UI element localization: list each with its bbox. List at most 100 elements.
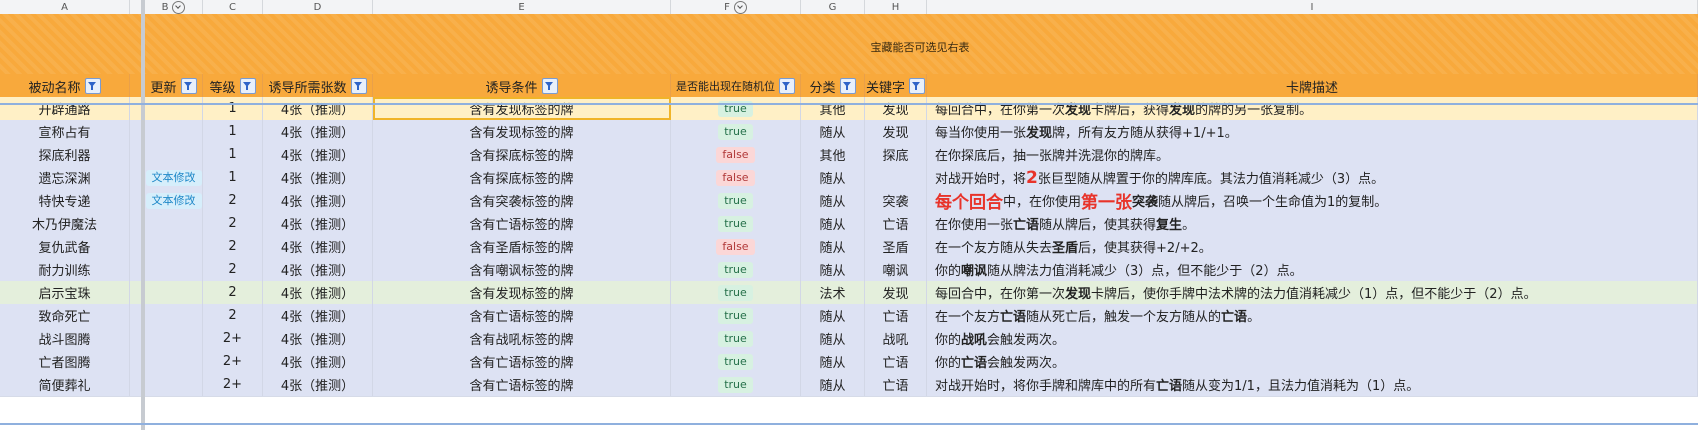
cell-description[interactable]: 每个回合 中，在你使用 第一张 突袭 随从牌后，召唤一个生命值为1的复制。	[927, 189, 1698, 212]
table-row[interactable]: 亡者图腾 2+ 4张（推测） 含有亡语标签的牌 true 随从 亡语 你的 亡语 会触发两次。	[0, 350, 1698, 374]
cell-category[interactable]: 随从	[801, 304, 865, 327]
cell-update[interactable]	[145, 327, 203, 350]
cell-description[interactable]: 在你使用一张 亡语 随从牌后，使其获得 复生。	[927, 212, 1698, 235]
header-cell-category[interactable]: 分类	[801, 74, 865, 98]
table-row[interactable]: 特快专递 文本修改 2 4张（推测） 含有突袭标签的牌 true 随从 突袭 每个回合 中，在你使…	[0, 189, 1698, 213]
cell-name[interactable]: 简便葬礼	[0, 373, 130, 396]
cell-cards-needed[interactable]: 4张（推测）	[263, 350, 373, 373]
cell-category[interactable]: 随从	[801, 373, 865, 396]
header-cell-random-slot[interactable]: 是否能出现在随机位	[671, 74, 801, 98]
column-letter-d[interactable]: D	[263, 0, 373, 14]
cell-description[interactable]: 在一个友方随从失去 圣盾 后，使其获得+2/+2。	[927, 235, 1698, 258]
cell-update[interactable]	[145, 143, 203, 166]
cell-condition[interactable]: 含有嘲讽标签的牌	[373, 258, 671, 281]
frozen-column-divider[interactable]	[141, 0, 145, 430]
cell-level[interactable]: 2+	[203, 373, 263, 396]
cell-random-slot[interactable]: true	[671, 189, 801, 212]
cell-description[interactable]: 每回合中，在你第一次 发现 卡牌后，使你手牌中法术牌的法力值消耗减少（1）点，但不能…	[927, 281, 1698, 304]
cell-level[interactable]: 2	[203, 258, 263, 281]
cell-cards-needed[interactable]: 4张（推测）	[263, 281, 373, 304]
cell-category[interactable]: 其他	[801, 97, 865, 120]
cell-description[interactable]: 对战开始时，将 2 张巨型随从牌置于你的牌库底。其法力值消耗减少（3）点。	[927, 166, 1698, 189]
cell-update[interactable]	[145, 258, 203, 281]
cell-cards-needed[interactable]: 4张（推测）	[263, 189, 373, 212]
header-cell-level[interactable]: 等级	[203, 74, 263, 98]
column-letter-i[interactable]: I	[927, 0, 1698, 14]
column-dropdown-icon[interactable]	[733, 0, 747, 14]
column-letter-g[interactable]: G	[801, 0, 865, 14]
filter-icon[interactable]	[84, 78, 101, 94]
cell-category[interactable]: 随从	[801, 350, 865, 373]
cell-category[interactable]: 随从	[801, 327, 865, 350]
cell-update[interactable]: 文本修改	[145, 189, 203, 212]
cell-level[interactable]: 1	[203, 166, 263, 189]
cell-random-slot[interactable]: true	[671, 258, 801, 281]
cell-update[interactable]	[145, 304, 203, 327]
cell-random-slot[interactable]: true	[671, 97, 801, 120]
cell-keyword[interactable]: 亡语	[865, 212, 927, 235]
cell-update[interactable]	[145, 97, 203, 120]
cell-random-slot[interactable]: true	[671, 350, 801, 373]
cell-keyword[interactable]: 发现	[865, 281, 927, 304]
cell-name[interactable]: 战斗图腾	[0, 327, 130, 350]
cell-level[interactable]: 1	[203, 120, 263, 143]
column-letter-b[interactable]: B	[145, 0, 203, 14]
cell-description[interactable]: 对战开始时，将你手牌和牌库中的所有 亡语 随从变为1/1，且法力值消耗为（1）点。	[927, 373, 1698, 396]
cell-name[interactable]: 宣称占有	[0, 120, 130, 143]
table-row[interactable]: 简便葬礼 2+ 4张（推测） 含有亡语标签的牌 true 随从 亡语 对战开始时，将你手牌和牌…	[0, 373, 1698, 397]
cell-name[interactable]: 启示宝珠	[0, 281, 130, 304]
cell-keyword[interactable]: 战吼	[865, 327, 927, 350]
cell-cards-needed[interactable]: 4张（推测）	[263, 212, 373, 235]
cell-level[interactable]: 1	[203, 143, 263, 166]
cell-level[interactable]: 2	[203, 189, 263, 212]
cell-condition[interactable]: 含有探底标签的牌	[373, 143, 671, 166]
cell-category[interactable]: 随从	[801, 212, 865, 235]
cell-keyword[interactable]: 发现	[865, 120, 927, 143]
filter-icon[interactable]	[839, 78, 856, 94]
cell-name[interactable]: 遗忘深渊	[0, 166, 130, 189]
cell-cards-needed[interactable]: 4张（推测）	[263, 97, 373, 120]
cell-level[interactable]: 2+	[203, 350, 263, 373]
filter-icon[interactable]	[180, 78, 197, 94]
cell-condition[interactable]: 含有突袭标签的牌	[373, 189, 671, 212]
header-cell-name[interactable]: 被动名称	[0, 74, 130, 98]
table-row[interactable]: 开辟通路 1 4张（推测） 含有发现标签的牌 true 其他 发现 每回合中，在你第一次 发现卡…	[0, 97, 1698, 121]
cell-category[interactable]: 随从	[801, 166, 865, 189]
cell-condition[interactable]: 含有战吼标签的牌	[373, 327, 671, 350]
cell-keyword[interactable]	[865, 166, 927, 189]
cell-update[interactable]	[145, 373, 203, 396]
cell-description[interactable]: 每当你使用一张 发现 牌，所有友方随从获得+1/+1。	[927, 120, 1698, 143]
cell-update[interactable]	[145, 235, 203, 258]
cell-cards-needed[interactable]: 4张（推测）	[263, 120, 373, 143]
filter-icon[interactable]	[350, 78, 367, 94]
table-row[interactable]: 耐力训练 2 4张（推测） 含有嘲讽标签的牌 true 随从 嘲讽 你的 嘲讽 随从牌法力值消耗减…	[0, 258, 1698, 282]
cell-cards-needed[interactable]: 4张（推测）	[263, 166, 373, 189]
cell-name[interactable]: 耐力训练	[0, 258, 130, 281]
cell-random-slot[interactable]: true	[671, 327, 801, 350]
filter-icon[interactable]	[541, 78, 558, 94]
cell-name[interactable]: 复仇武备	[0, 235, 130, 258]
cell-keyword[interactable]: 探底	[865, 143, 927, 166]
cell-keyword[interactable]: 亡语	[865, 350, 927, 373]
header-cell-cards-needed[interactable]: 诱导所需张数	[263, 74, 373, 98]
header-cell-update[interactable]: 更新	[145, 74, 203, 98]
cell-level[interactable]: 2	[203, 304, 263, 327]
cell-name[interactable]: 木乃伊魔法	[0, 212, 130, 235]
cell-category[interactable]: 其他	[801, 143, 865, 166]
cell-cards-needed[interactable]: 4张（推测）	[263, 304, 373, 327]
cell-condition[interactable]: 含有亡语标签的牌	[373, 373, 671, 396]
cell-category[interactable]: 随从	[801, 189, 865, 212]
cell-description[interactable]: 在你探底后，抽一张牌并洗混你的牌库。	[927, 143, 1698, 166]
table-row[interactable]: 致命死亡 2 4张（推测） 含有亡语标签的牌 true 随从 亡语 在一个友方 亡语 随从死亡后，…	[0, 304, 1698, 328]
cell-update[interactable]	[145, 120, 203, 143]
cell-cards-needed[interactable]: 4张（推测）	[263, 373, 373, 396]
cell-keyword[interactable]: 亡语	[865, 373, 927, 396]
cell-name[interactable]: 开辟通路	[0, 97, 130, 120]
cell-category[interactable]: 随从	[801, 120, 865, 143]
cell-random-slot[interactable]: true	[671, 373, 801, 396]
cell-condition[interactable]: 含有探底标签的牌	[373, 166, 671, 189]
cell-description[interactable]: 在一个友方 亡语 随从死亡后，触发一个友方随从的 亡语。	[927, 304, 1698, 327]
column-letter-a[interactable]: A	[0, 0, 130, 14]
cell-keyword[interactable]: 嘲讽	[865, 258, 927, 281]
cell-condition[interactable]: 含有发现标签的牌	[373, 120, 671, 143]
